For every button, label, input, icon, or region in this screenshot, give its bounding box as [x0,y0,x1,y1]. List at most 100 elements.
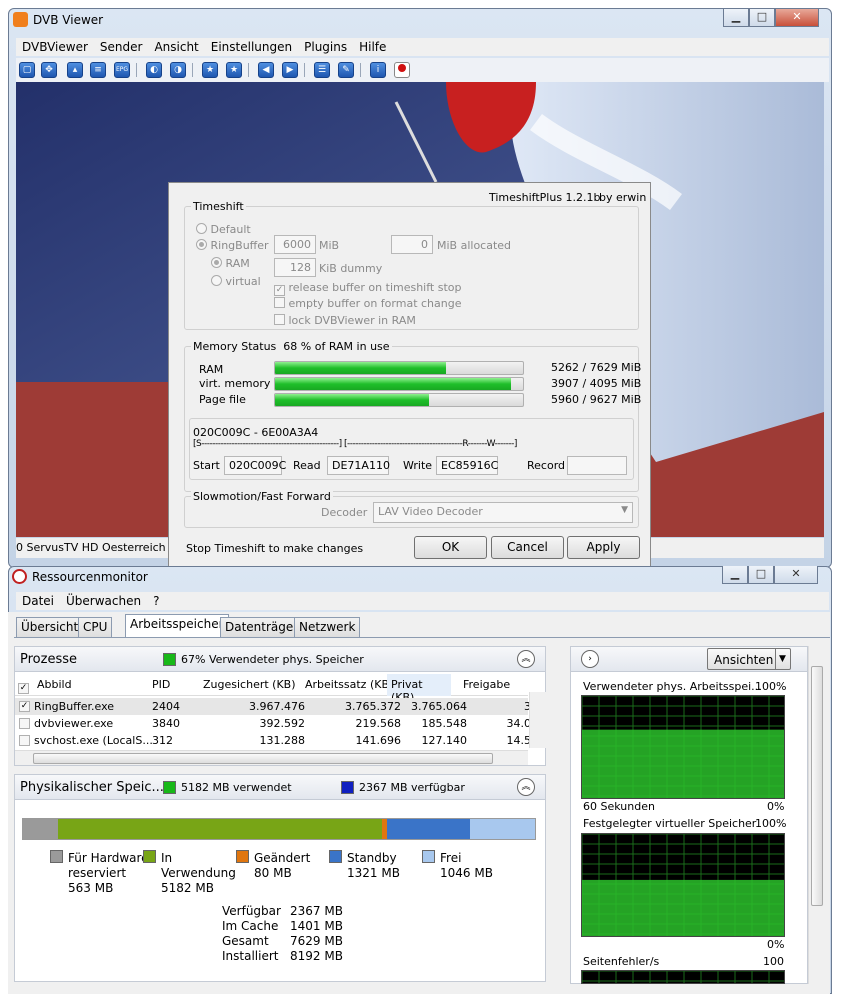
apply-button[interactable]: Apply [567,536,640,559]
graph-vscrollbar[interactable] [808,646,825,984]
default-radio[interactable]: Default [196,223,251,236]
col-arbeitssatz[interactable]: Arbeitssatz (KB) [301,674,397,695]
select-all-checkbox[interactable]: ✓ [18,679,29,694]
legend-value: 563 MB [68,881,114,895]
channel-forward-icon[interactable]: ◑ [170,62,186,78]
menu-ueberwachen[interactable]: Überwachen [60,592,147,610]
menu-dvbviewer[interactable]: DVBViewer [16,38,94,56]
resmon-maximize-button[interactable]: □ [748,566,774,584]
move-icon[interactable]: ✥ [41,62,57,78]
menu-datei[interactable]: Datei [16,592,60,610]
dummy-size-input[interactable]: 128 [274,258,316,277]
virt-row-label: virt. memory [199,377,271,390]
favorite-forward-icon[interactable]: ★ [226,62,242,78]
menu-sender[interactable]: Sender [94,38,149,56]
dvbviewer-titlebar[interactable]: DVB Viewer ▁ □ ✕ [9,9,831,31]
stop-timeshift-hint: Stop Timeshift to make changes [186,542,364,555]
cell-commit: 392.592 [259,717,306,730]
empty-buffer-checkbox[interactable]: empty buffer on format change [274,297,461,310]
summary-label: Installiert [222,949,279,963]
ok-button[interactable]: OK [414,536,487,559]
lock-ram-checkbox[interactable]: lock DVBViewer in RAM [274,314,416,327]
graph-scroll-thumb[interactable] [811,666,823,906]
channel-name: 0 ServusTV HD Oesterreich [16,541,166,554]
row-checkbox[interactable] [19,718,30,729]
channel-icon[interactable]: ▴ [67,62,83,78]
ringbuffer-size-input[interactable]: 6000 [274,235,316,254]
legend-swatch [422,850,435,863]
available-indicator-icon [341,781,354,794]
page-row-label: Page file [199,393,246,406]
expand-graph-button[interactable]: › [581,650,599,668]
resmon-menubar: Datei Überwachen? [16,592,829,610]
physical-header[interactable]: Physikalischer Speic... 5182 MB verwende… [14,774,546,800]
row-checkbox[interactable] [19,735,30,746]
processes-vscrollbar[interactable] [529,692,546,748]
collapse-processes-button[interactable]: ︽ [517,650,535,668]
table-row[interactable]: dvbviewer.exe 3840 392.592 219.568 185.548 34… [15,715,545,732]
processes-hscrollbar[interactable] [15,750,528,765]
table-row[interactable]: ✓ RingBuffer.exe 2404 3.967.476 3.765.372 3.7… [15,698,545,715]
legend-swatch [143,850,156,863]
tab-cpu[interactable]: CPU [78,617,113,637]
ram-row-value: 5262 / 7629 MiB [551,361,642,374]
row-checkbox[interactable]: ✓ [19,701,30,712]
col-pid[interactable]: PID [148,674,174,695]
tab-netzwerk[interactable]: Netzwerk [294,617,361,637]
allocated-input[interactable]: 0 [391,235,433,254]
record-icon[interactable] [394,62,410,78]
cancel-button[interactable]: Cancel [491,536,564,559]
ram-radio-circle [211,257,222,268]
next-icon[interactable]: ▶ [282,62,298,78]
graph2-plot [582,834,784,936]
tab-uebersicht[interactable]: Übersicht [16,617,84,637]
menu-einstellungen[interactable]: Einstellungen [205,38,298,56]
timeshift-group-label: Timeshift [191,200,246,213]
tab-datentraeger[interactable]: Datenträger [220,617,304,637]
menu-plugins[interactable]: Plugins [298,38,353,56]
previous-icon[interactable]: ◀ [258,62,274,78]
col-abbild[interactable]: Abbild [33,674,76,695]
list-icon[interactable]: ≡ [90,62,106,78]
virt-row-value: 3907 / 4095 MiB [551,377,642,390]
write-label: Write [403,459,433,472]
col-zugesichert[interactable]: Zugesichert (KB) [199,674,300,695]
hscroll-thumb[interactable] [33,753,493,764]
tab-arbeitsspeicher[interactable]: Arbeitsspeicher [125,614,229,637]
tools-icon[interactable]: ✎ [338,62,354,78]
minimize-button[interactable]: ▁ [723,9,749,27]
resmon-close-button[interactable]: ✕ [774,566,818,584]
fullscreen-icon[interactable]: ▢ [19,62,35,78]
info-icon[interactable]: i [370,62,386,78]
menu-hilfe[interactable]: Hilfe [353,38,392,56]
processes-header[interactable]: Prozesse 67% Verwendeter phys. Speicher … [14,646,546,672]
table-row[interactable]: svchost.exe (LocalS... 312 131.288 141.696 1… [15,732,545,749]
maximize-button[interactable]: □ [749,9,775,27]
epg-icon[interactable]: EPG [114,62,130,78]
release-buffer-checkbox[interactable]: ✓ release buffer on timeshift stop [274,281,461,296]
default-radio-circle [196,223,207,234]
virtual-radio[interactable]: virtual [211,275,261,288]
channel-back-icon[interactable]: ◐ [146,62,162,78]
dvbviewer-menubar: DVBViewer Sender Ansicht Einstellungen Plugi… [16,38,829,56]
graph1-level [582,729,784,798]
close-button[interactable]: ✕ [775,9,819,27]
col-privat[interactable]: Privat (KB) [387,674,451,704]
legend-label: Geändert [254,851,311,865]
graph1-time: 60 Sekunden [583,800,655,813]
settings-list-icon[interactable]: ☰ [314,62,330,78]
graph3-plot [582,971,784,983]
collapse-physical-button[interactable]: ︽ [517,778,535,796]
decoder-select[interactable]: LAV Video Decoder ▼ [373,502,633,523]
resmon-minimize-button[interactable]: ▁ [722,566,748,584]
menu-help[interactable]: ? [147,592,165,610]
summary-value: 1401 MB [290,919,343,933]
ram-radio[interactable]: RAM [211,257,250,270]
views-button[interactable]: Ansichten ▼ [707,648,791,670]
resmon-title: Ressourcenmonitor [32,570,148,584]
ringbuffer-label: RingBuffer [210,239,269,252]
ringbuffer-unit: MiB [319,239,340,252]
menu-ansicht[interactable]: Ansicht [148,38,204,56]
ringbuffer-radio[interactable]: RingBuffer [196,239,269,252]
favorite-back-icon[interactable]: ★ [202,62,218,78]
